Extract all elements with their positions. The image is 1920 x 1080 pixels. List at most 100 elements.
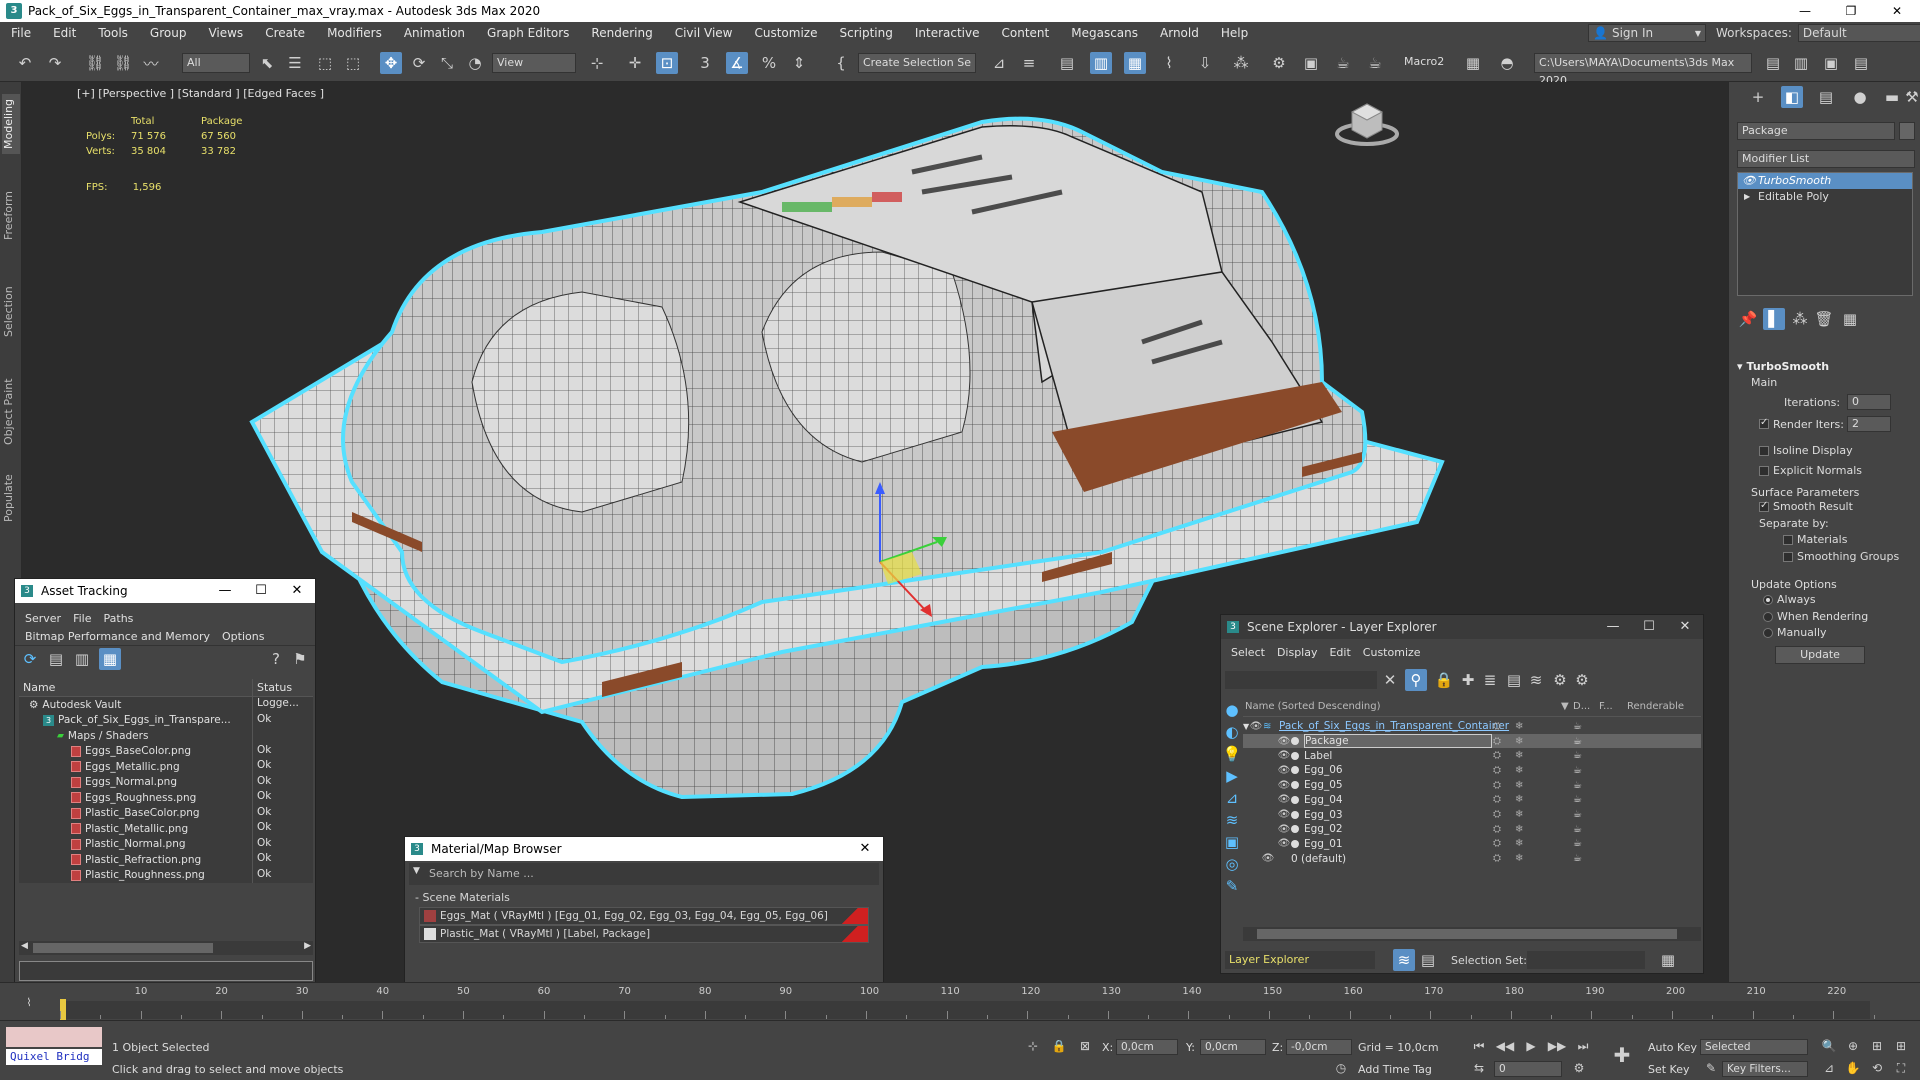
asset-menu-file[interactable]: File bbox=[67, 612, 97, 625]
curve-editor-icon[interactable]: ⌇ bbox=[1158, 52, 1180, 74]
renderable-toggle-icon[interactable]: ☕ bbox=[1573, 838, 1582, 849]
visibility-eye-icon[interactable]: 👁 bbox=[1277, 824, 1291, 835]
renderable-toggle-icon[interactable]: ☕ bbox=[1573, 824, 1582, 835]
list-item[interactable]: 👁 Egg_03 ⛭ ❄ ☕ bbox=[1243, 807, 1701, 822]
expand-arrow-icon[interactable]: ▶ bbox=[1744, 189, 1750, 205]
add-time-tag-label[interactable]: Add Time Tag bbox=[1358, 1063, 1432, 1076]
selection-filter-dropdown[interactable]: All bbox=[182, 53, 250, 73]
menu-scripting[interactable]: Scripting bbox=[828, 22, 903, 44]
minimize-button[interactable]: — bbox=[1782, 0, 1828, 22]
list-item[interactable]: ▼ 👁 ≋ Pack_of_Six_Eggs_in_Transparent_Conta… bbox=[1243, 719, 1701, 734]
current-frame-field[interactable]: 0 bbox=[1494, 1061, 1562, 1077]
time-tag-icon[interactable]: ◷ bbox=[1330, 1057, 1352, 1079]
ribbon-tab-object-paint[interactable]: Object Paint bbox=[2, 372, 20, 452]
next-frame-icon[interactable]: ▶▶ bbox=[1546, 1035, 1568, 1057]
maxscript-mini-listener[interactable]: Quixel Bridg bbox=[6, 1049, 102, 1065]
set-keys-icon[interactable]: ✚ bbox=[1606, 1039, 1638, 1071]
list-item[interactable]: 👁 Egg_01 ⛭ ❄ ☕ bbox=[1243, 837, 1701, 852]
select-scale-icon[interactable]: ⤡ bbox=[436, 52, 458, 74]
menu-content[interactable]: Content bbox=[991, 22, 1061, 44]
asset-menu-options[interactable]: Options bbox=[216, 630, 270, 643]
freeze-toggle-icon[interactable]: ❄ bbox=[1515, 750, 1523, 761]
update-always-radio[interactable] bbox=[1763, 595, 1773, 605]
renderable-toggle-icon[interactable]: ☕ bbox=[1573, 853, 1582, 864]
set-key-button[interactable]: Set Key bbox=[1648, 1063, 1690, 1076]
scene-explorer-search-input[interactable] bbox=[1225, 671, 1377, 689]
material-search-input[interactable]: Search by Name ... bbox=[429, 867, 534, 880]
scene-explorer-toggle-icon[interactable]: ▤ bbox=[1417, 949, 1439, 971]
material-editor-icon[interactable]: ⁂ bbox=[1230, 52, 1252, 74]
macro-label[interactable]: Macro2 bbox=[1404, 55, 1444, 68]
scroll-left-icon[interactable]: ◀ bbox=[21, 941, 28, 951]
auto-key-button[interactable]: Auto Key bbox=[1648, 1041, 1697, 1054]
zoom-all-icon[interactable]: ⊕ bbox=[1842, 1035, 1864, 1057]
menu-rendering[interactable]: Rendering bbox=[580, 22, 663, 44]
se-menu-display[interactable]: Display bbox=[1271, 646, 1324, 659]
configure-modifier-sets-icon[interactable]: ▦ bbox=[1839, 308, 1861, 330]
render-iters-checkbox[interactable] bbox=[1759, 417, 1769, 429]
freeze-toggle-icon[interactable]: ❄ bbox=[1515, 765, 1523, 776]
maximize-button[interactable]: ❐ bbox=[1828, 0, 1874, 22]
time-configuration-icon[interactable]: ⚙ bbox=[1568, 1057, 1590, 1079]
menu-modifiers[interactable]: Modifiers bbox=[316, 22, 393, 44]
mini-curve-editor-icon[interactable]: ⌇ bbox=[18, 991, 40, 1013]
asset-scroll-thumb[interactable] bbox=[33, 943, 213, 953]
freeze-toggle-icon[interactable]: ❄ bbox=[1515, 809, 1523, 820]
help-icon[interactable]: ? bbox=[265, 648, 287, 670]
display-tab-icon[interactable]: ▬ bbox=[1881, 86, 1903, 108]
bind-space-warp-icon[interactable]: 〰 bbox=[140, 52, 162, 74]
toggle-layer-explorer-icon[interactable]: ▥ bbox=[1090, 52, 1112, 74]
menu-graph-editors[interactable]: Graph Editors bbox=[476, 22, 580, 44]
display-toggle-icon[interactable]: ⛭ bbox=[1493, 765, 1501, 776]
renderable-toggle-icon[interactable]: ☕ bbox=[1573, 794, 1582, 805]
se-minimize-button[interactable]: — bbox=[1595, 615, 1631, 639]
menu-interactive[interactable]: Interactive bbox=[904, 22, 991, 44]
refresh-icon[interactable]: ⟳ bbox=[19, 648, 41, 670]
keyboard-shortcut-override-icon[interactable]: ⊡ bbox=[656, 52, 678, 74]
menu-megascans[interactable]: Megascans bbox=[1060, 22, 1149, 44]
asset-minimize-button[interactable]: — bbox=[207, 579, 243, 603]
visibility-eye-icon[interactable]: 👁 bbox=[1277, 809, 1291, 820]
show-end-result-icon[interactable]: ▌ bbox=[1763, 308, 1785, 330]
asset-maximize-button[interactable]: ☐ bbox=[243, 579, 279, 603]
percent-snap-icon[interactable]: % bbox=[758, 52, 780, 74]
ribbon-tab-selection[interactable]: Selection bbox=[2, 282, 20, 342]
table-row[interactable]: Plastic_Refraction.png Ok bbox=[19, 852, 313, 868]
display-toggle-icon[interactable]: ⛭ bbox=[1493, 721, 1501, 732]
selection-set-dropdown[interactable] bbox=[1527, 951, 1645, 969]
snaps-toggle-icon[interactable]: 3 bbox=[694, 52, 716, 74]
highlight-icon[interactable]: ⚑ bbox=[289, 648, 311, 670]
modify-tab-icon[interactable]: ◧ bbox=[1781, 86, 1803, 108]
project-folder-icon[interactable]: ▤ bbox=[1762, 52, 1784, 74]
list-item[interactable]: 👁 Egg_05 ⛭ ❄ ☕ bbox=[1243, 778, 1701, 793]
new-layer-icon[interactable]: ✚ bbox=[1457, 669, 1479, 691]
visibility-eye-icon[interactable]: 👁 bbox=[1277, 765, 1291, 776]
se-menu-customize[interactable]: Customize bbox=[1357, 646, 1427, 659]
dome-light-icon[interactable]: ◓ bbox=[1496, 52, 1518, 74]
workspace-select[interactable]: Default bbox=[1797, 24, 1920, 42]
col-renderable-header[interactable]: Renderable bbox=[1627, 701, 1684, 712]
toggle-scene-explorer-icon[interactable]: ▤ bbox=[1056, 52, 1078, 74]
ribbon-tab-freeform[interactable]: Freeform bbox=[2, 186, 20, 246]
reference-coordinate-dropdown[interactable]: View bbox=[492, 53, 576, 73]
modifier-list-dropdown[interactable]: Modifier List bbox=[1737, 150, 1915, 168]
sign-in-dropdown[interactable]: 👤 Sign In ▼ bbox=[1588, 24, 1706, 42]
asset-menu-bitmap-performance[interactable]: Bitmap Performance and Memory bbox=[19, 630, 216, 643]
object-name-field[interactable]: Package bbox=[1737, 122, 1895, 140]
asset-close-button[interactable]: ✕ bbox=[279, 579, 315, 603]
scene-explorer-titlebar[interactable]: 3 Scene Explorer - Layer Explorer — ☐ ✕ bbox=[1221, 615, 1703, 639]
layers-stack-icon[interactable]: ≋ bbox=[1525, 669, 1547, 691]
menu-create[interactable]: Create bbox=[254, 22, 316, 44]
display-lights-icon[interactable]: 💡 bbox=[1221, 743, 1243, 765]
zoom-extents-all-icon[interactable]: ⊞ bbox=[1890, 1035, 1912, 1057]
asset-tracking-titlebar[interactable]: 3 Asset Tracking — ☐ ✕ bbox=[15, 579, 315, 603]
schematic-view-icon[interactable]: ⇩ bbox=[1194, 52, 1216, 74]
asset-menu-paths[interactable]: Paths bbox=[98, 612, 140, 625]
ribbon-tab-populate[interactable]: Populate bbox=[2, 468, 20, 528]
search-options-icon[interactable]: ▼ bbox=[413, 866, 420, 876]
table-row[interactable]: Eggs_Normal.png Ok bbox=[19, 774, 313, 790]
key-filter-icon[interactable]: ✎ bbox=[1700, 1057, 1722, 1079]
visibility-eye-icon[interactable]: 👁 bbox=[1277, 736, 1291, 747]
col-name-sorted-header[interactable]: Name (Sorted Descending) bbox=[1245, 701, 1381, 712]
field-of-view-icon[interactable]: ⊿ bbox=[1818, 1057, 1840, 1079]
